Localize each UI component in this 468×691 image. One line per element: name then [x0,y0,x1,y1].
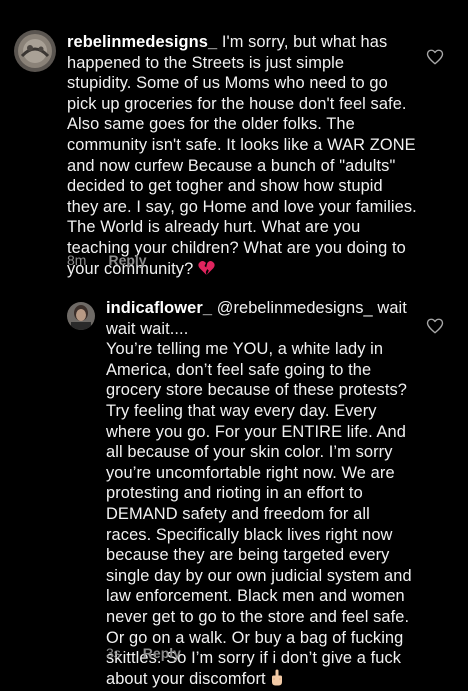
timestamp: 8m [67,252,87,268]
timestamp: 3s [106,645,121,661]
broken-heart-icon [198,260,215,282]
comment-rebelinmedesigns: rebelinmedesigns_ I'm sorry, but what ha… [0,0,468,290]
comment-text: indicaflower_ @rebelinmedesigns_ wait wa… [106,298,412,691]
reply-button[interactable]: Reply [143,645,181,661]
comment-meta: 3s Reply [106,645,181,661]
like-heart-icon[interactable] [426,48,444,66]
avatar[interactable] [14,30,56,72]
avatar[interactable] [67,302,95,330]
comment-meta: 8m Reply [67,252,147,268]
username[interactable]: indicaflower_ [106,299,212,317]
reply-button[interactable]: Reply [108,252,146,268]
comment-indicaflower: indicaflower_ @rebelinmedesigns_ wait wa… [0,290,468,688]
comment-text: rebelinmedesigns_ I'm sorry, but what ha… [67,32,417,281]
like-heart-icon[interactable] [426,317,444,335]
username[interactable]: rebelinmedesigns_ [67,33,217,51]
